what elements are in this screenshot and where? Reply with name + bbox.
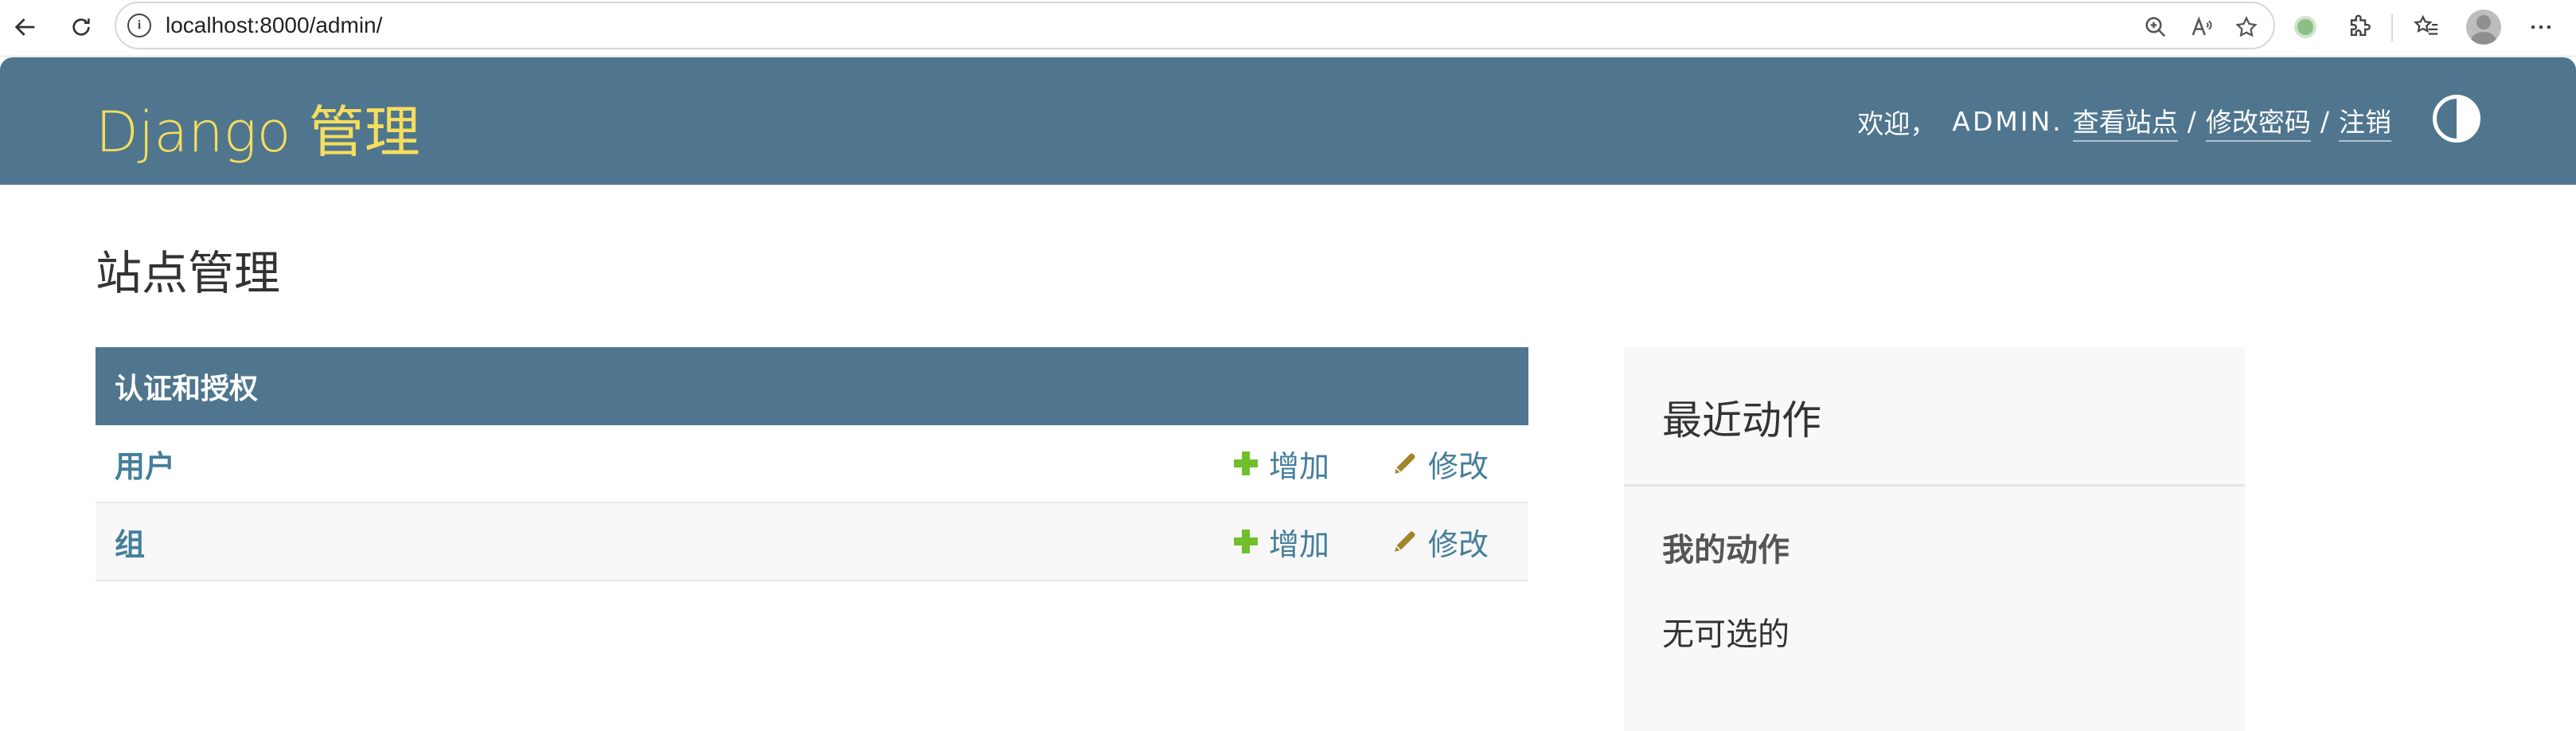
plus-icon [1234,530,1258,553]
back-arrow-svg [14,18,35,36]
change-label[interactable]: 修改 [1428,520,1489,564]
change-users-button[interactable]: 修改 [1391,442,1489,486]
page-title: 站点管理 [96,246,281,300]
my-actions-heading: 我的动作 [1662,532,1790,569]
module-caption[interactable]: 认证和授权 [96,347,1528,425]
model-link-groups[interactable]: 组 [115,520,145,564]
profile-avatar-icon[interactable] [2465,8,2503,46]
change-password-link[interactable]: 修改密码 [2205,101,2311,142]
app-module-auth: 认证和授权 用户 增加 修改 组 增加 修改 [96,347,1528,581]
favorites-icon[interactable] [2407,8,2445,46]
pencil-icon [1395,453,1415,474]
recent-actions-panel: 最近动作 我的动作 无可选的 [1624,347,2245,731]
add-label[interactable]: 增加 [1269,442,1329,486]
favorite-star-icon[interactable] [2231,11,2262,43]
module-caption-label[interactable]: 认证和授权 [115,366,258,407]
more-icon[interactable] [2522,8,2560,46]
divider [1624,484,2245,487]
welcome-text: 欢迎， [1857,108,1937,139]
link-separator: / [2187,106,2196,137]
no-actions-text: 无可选的 [1662,616,1790,653]
star-svg [2235,16,2258,37]
admin-header: Django 管理 欢迎， ADMIN. 查看站点 / 修改密码 / 注销 [0,57,2576,185]
logout-link[interactable]: 注销 [2339,101,2391,142]
green-dot-icon [2294,16,2316,38]
refresh-icon[interactable] [62,8,100,46]
add-label[interactable]: 增加 [1269,520,1329,564]
puzzle-icon[interactable] [2340,8,2379,46]
address-bar[interactable]: i localhost:8000/admin/ [115,2,2275,49]
zoom-svg [2145,17,2166,37]
read-aloud-svg [2192,16,2212,36]
change-groups-button[interactable]: 修改 [1391,520,1489,564]
recent-actions-title: 最近动作 [1662,397,1821,444]
username: ADMIN. [1952,106,2063,137]
plus-icon [1234,452,1258,475]
toolbar-separator [2391,14,2393,41]
info-icon[interactable]: i [127,14,151,37]
zoom-icon[interactable] [2140,11,2172,43]
change-label[interactable]: 修改 [1428,442,1489,486]
link-separator: / [2320,106,2329,137]
read-aloud-icon[interactable] [2186,11,2218,43]
avatar [2466,10,2501,45]
user-tools: 欢迎， ADMIN. 查看站点 / 修改密码 / 注销 [1857,101,2391,142]
site-branding[interactable]: Django 管理 [96,88,420,168]
back-arrow-icon[interactable] [6,8,45,46]
favorites-svg [2414,14,2438,35]
more-svg [2531,25,2551,29]
extension-dot-icon[interactable] [2286,8,2324,46]
refresh-svg [72,18,90,36]
address-url[interactable]: localhost:8000/admin/ [166,13,382,38]
theme-toggle-icon[interactable] [2433,95,2480,143]
browser-toolbar: i localhost:8000/admin/ [0,0,2576,57]
add-user-button[interactable]: 增加 [1234,442,1329,486]
view-site-link[interactable]: 查看站点 [2072,101,2178,142]
pencil-icon [1395,531,1415,552]
model-link-users[interactable]: 用户 [115,442,175,486]
table-row: 组 增加 修改 [96,503,1528,581]
puzzle-svg [2350,14,2371,37]
table-row: 用户 增加 修改 [96,425,1528,503]
add-group-button[interactable]: 增加 [1234,520,1329,564]
